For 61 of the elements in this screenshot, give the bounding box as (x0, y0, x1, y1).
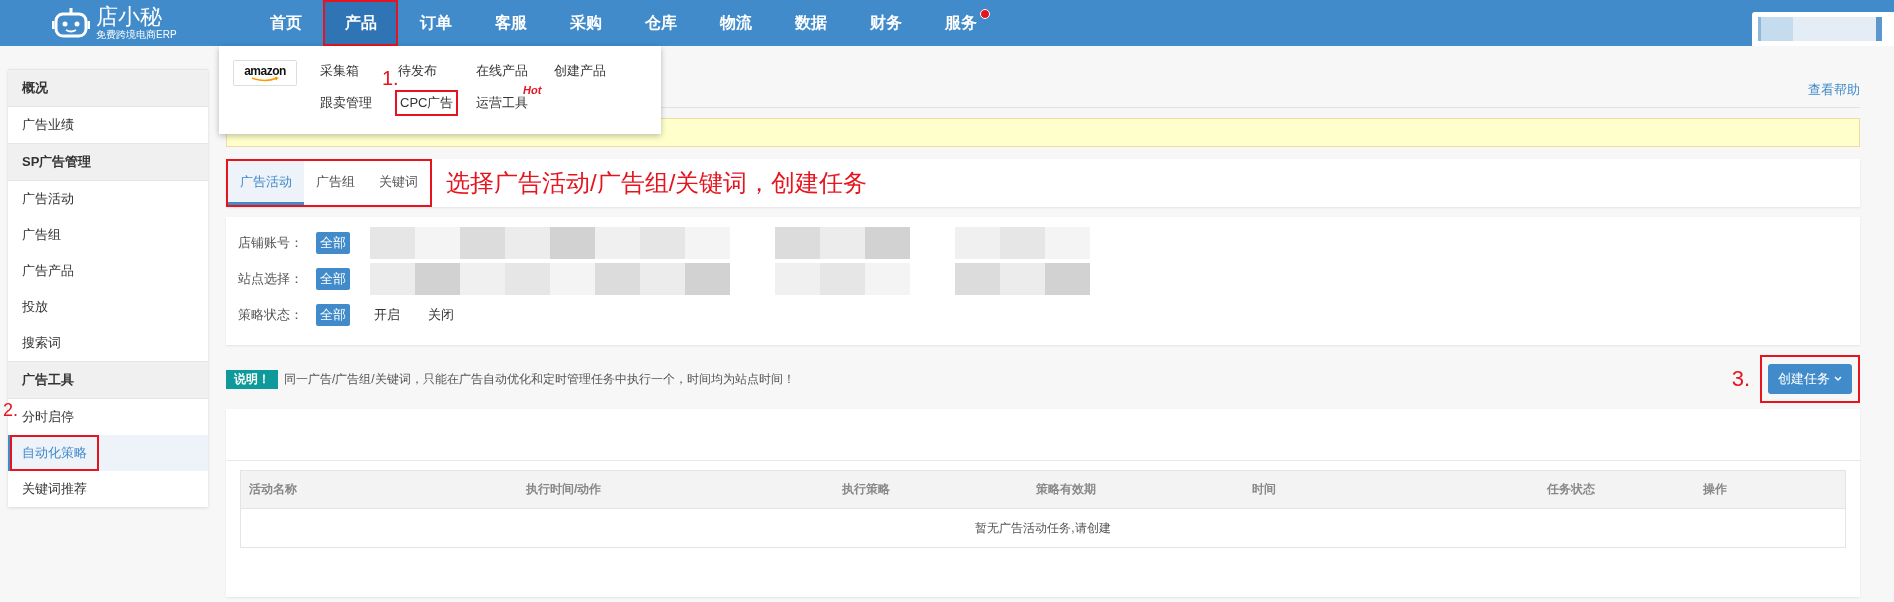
column-header: 执行时间/动作 (525, 481, 603, 498)
column-header: 操作 (1702, 481, 1728, 498)
column-header: 活动名称 (248, 481, 298, 498)
nav-item[interactable]: 首页 (248, 0, 323, 46)
tab[interactable]: 关键词 (367, 161, 430, 205)
nav-item[interactable]: 产品 (323, 0, 398, 46)
nav-item[interactable]: 物流 (698, 0, 773, 46)
smile-arrow-icon (250, 76, 280, 82)
nav-item[interactable]: 客服 (473, 0, 548, 46)
tab[interactable]: 广告组 (304, 161, 367, 205)
hot-label: Hot (523, 84, 542, 96)
column-header: 任务状态 (1546, 481, 1596, 498)
filter-option[interactable]: 关闭 (424, 304, 458, 326)
nav-item[interactable]: 订单 (398, 0, 473, 46)
sidebar-item[interactable]: 关键词推荐 (22, 471, 87, 507)
marketplace-logo[interactable]: amazon (233, 60, 297, 86)
nav-item[interactable]: 服务 (923, 0, 998, 46)
sidebar-item[interactable]: 搜索词 (22, 325, 61, 361)
help-link[interactable]: 查看帮助 (1808, 81, 1860, 99)
logo-name: 店小秘 (96, 5, 163, 29)
sidebar-item[interactable]: 广告产品 (22, 253, 74, 289)
user-account-box[interactable] (1752, 12, 1894, 46)
sidebar-item[interactable]: 广告组 (22, 217, 61, 253)
section-header: SP广告管理 (8, 143, 208, 181)
column-header: 策略有效期 (1035, 481, 1097, 498)
empty-message: 暂无广告活动任务,请创建 (974, 519, 1112, 537)
column-header: 执行策略 (841, 481, 891, 498)
create-task-button[interactable]: 创建任务 (1768, 364, 1852, 394)
marketplace-name: amazon (244, 64, 286, 77)
menu-item[interactable]: 采集箱 (317, 58, 362, 84)
notification-dot (980, 9, 990, 19)
sidebar-item[interactable]: 分时启停 (22, 399, 74, 435)
caret-icon (1834, 376, 1842, 382)
sidebar-item[interactable]: 投放 (22, 289, 48, 325)
section-header: 概况 (8, 69, 208, 107)
filter-option[interactable]: 全部 (316, 304, 350, 326)
filter-option[interactable]: 全部 (316, 232, 350, 254)
filter-option[interactable]: 开启 (370, 304, 404, 326)
logo-tagline: 免费跨境电商ERP (96, 29, 177, 41)
menu-item[interactable]: 创建产品 (551, 58, 609, 84)
nav-item[interactable]: 财务 (848, 0, 923, 46)
filter-label: 策略状态： (238, 306, 304, 324)
note-tag: 说明！ (226, 369, 278, 389)
menu-item[interactable]: CPC广告 (395, 90, 459, 116)
nav-item[interactable]: 数据 (773, 0, 848, 46)
menu-item[interactable]: 跟卖管理 (317, 90, 375, 116)
filter-option[interactable]: 全部 (316, 268, 350, 290)
step-number: 2. (3, 401, 18, 419)
section-header: 广告工具 (8, 361, 208, 399)
sidebar-item[interactable]: 广告业绩 (22, 107, 74, 143)
robot-logo-icon (52, 6, 90, 40)
filter-label: 站点选择： (238, 270, 304, 288)
column-header: 时间 (1251, 481, 1277, 498)
filter-label: 店铺账号： (238, 234, 304, 252)
instruction-text: 选择广告活动/广告组/关键词，创建任务 (446, 168, 868, 198)
step-number: 3. (1731, 366, 1750, 392)
nav-item[interactable]: 采购 (548, 0, 623, 46)
note-text: 同一广告/广告组/关键词，只能在广告自动优化和定时管理任务中执行一个，时间均为站点时间！ (284, 370, 796, 388)
sidebar-item[interactable]: 广告活动 (22, 181, 74, 217)
nav-item[interactable]: 仓库 (623, 0, 698, 46)
menu-item[interactable]: 在线产品 (473, 58, 531, 84)
